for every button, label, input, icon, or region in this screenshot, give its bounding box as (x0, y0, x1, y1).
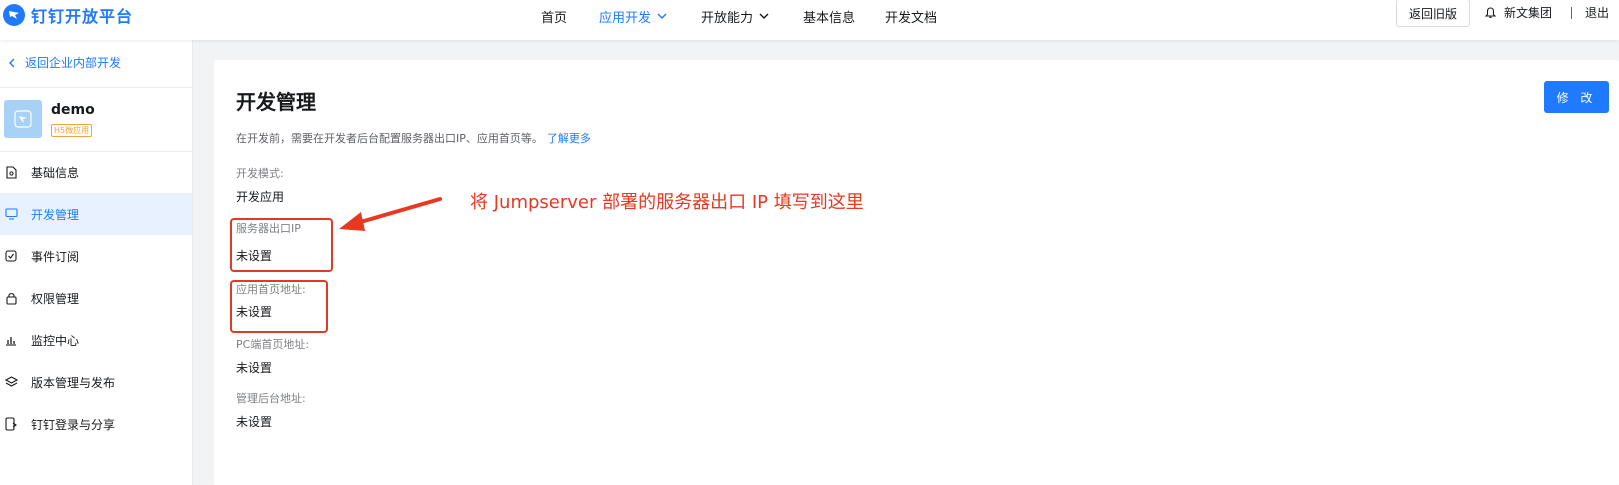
sidebar: 返回企业内部开发 demo H5微应用 基础信息 开发管理 事件订阅 权限管理 … (0, 40, 193, 485)
nav-home[interactable]: 首页 (541, 5, 567, 27)
highlight-box-server-ip (230, 218, 333, 272)
chevron-down-icon (657, 13, 667, 19)
sidebar-item-label: 事件订阅 (31, 249, 80, 264)
phone-share-icon (4, 417, 18, 431)
back-to-internal-dev-link[interactable]: 返回企业内部开发 (8, 54, 121, 71)
sidebar-item-login-share[interactable]: 钉钉登录与分享 (0, 403, 192, 445)
subscribe-icon (4, 249, 18, 263)
sidebar-item-basic-info[interactable]: 基础信息 (0, 151, 192, 193)
layers-icon (4, 375, 18, 389)
field-label-dev-mode: 开发模式: (236, 167, 284, 180)
field-label-admin-url: 管理后台地址: (236, 392, 306, 405)
return-old-version-button[interactable]: 返回旧版 (1396, 0, 1470, 27)
dingtalk-open-platform-logo[interactable]: 钉钉开放平台 (3, 3, 133, 27)
page-title: 开发管理 (236, 90, 316, 114)
description-text: 在开发前，需要在开发者后台配置服务器出口IP、应用首页等。 (236, 132, 543, 145)
nav-basic-info-label: 基本信息 (803, 10, 856, 26)
logout-link[interactable]: 退出 (1585, 4, 1609, 21)
sidebar-item-label: 基础信息 (31, 165, 80, 180)
sidebar-item-label: 钉钉登录与分享 (31, 417, 116, 432)
sidebar-item-label: 监控中心 (31, 333, 80, 348)
nav-open-capabilities[interactable]: 开放能力 (701, 5, 769, 27)
annotation-text: 将 Jumpserver 部署的服务器出口 IP 填写到这里 (470, 192, 864, 213)
back-link-label: 返回企业内部开发 (25, 56, 122, 70)
app-name: demo (51, 102, 95, 118)
dev-management-card: 开发管理 在开发前，需要在开发者后台配置服务器出口IP、应用首页等。 了解更多 修… (214, 60, 1619, 485)
sidebar-item-label: 版本管理与发布 (31, 375, 116, 390)
field-value-admin-url: 未设置 (236, 415, 273, 429)
field-value-dev-mode: 开发应用 (236, 190, 285, 204)
sidebar-item-label: 开发管理 (31, 207, 80, 222)
app-type-badge: H5微应用 (51, 124, 93, 137)
org-name: 新文集团 (1504, 6, 1553, 20)
field-value-pc-homepage-url: 未设置 (236, 361, 273, 375)
nav-home-label: 首页 (541, 10, 568, 26)
monitor-icon (4, 207, 18, 221)
app-logo-icon (14, 110, 32, 128)
sidebar-item-monitoring[interactable]: 监控中心 (0, 319, 192, 361)
lock-icon (4, 291, 18, 305)
nav-app-development-label: 应用开发 (599, 10, 652, 26)
annotation-arrow-icon (339, 197, 442, 231)
highlight-box-homepage-url (230, 280, 328, 333)
app-avatar (4, 100, 42, 138)
topbar-divider (1571, 7, 1572, 19)
bell-icon (1485, 6, 1496, 18)
sidebar-item-label: 权限管理 (31, 291, 80, 306)
bar-chart-icon (4, 333, 18, 347)
edit-button[interactable]: 修 改 (1544, 81, 1609, 113)
sidebar-item-dev-management[interactable]: 开发管理 (0, 193, 192, 235)
nav-basic-info[interactable]: 基本信息 (803, 5, 855, 27)
sidebar-divider (0, 87, 193, 88)
nav-dev-docs-label: 开发文档 (885, 10, 938, 26)
org-switcher[interactable]: 新文集团 (1485, 4, 1552, 21)
chevron-left-icon (9, 58, 15, 67)
logo-text: 钉钉开放平台 (31, 7, 134, 26)
sidebar-item-version-release[interactable]: 版本管理与发布 (0, 361, 192, 403)
dingtalk-logo-icon (3, 4, 25, 26)
nav-dev-docs[interactable]: 开发文档 (885, 5, 937, 27)
document-icon (4, 165, 18, 179)
sidebar-item-permissions[interactable]: 权限管理 (0, 277, 192, 319)
chevron-down-icon (759, 13, 769, 19)
top-navigation-bar: 钉钉开放平台 首页 应用开发 开放能力 基本信息 开发文档 返回旧版 新文集团 … (0, 0, 1619, 40)
learn-more-link[interactable]: 了解更多 (547, 132, 591, 145)
nav-app-development[interactable]: 应用开发 (599, 5, 667, 27)
page-description: 在开发前，需要在开发者后台配置服务器出口IP、应用首页等。 了解更多 (236, 130, 591, 146)
field-label-pc-homepage-url: PC端首页地址: (236, 338, 310, 351)
nav-open-capabilities-label: 开放能力 (701, 10, 754, 26)
sidebar-item-event-subscription[interactable]: 事件订阅 (0, 235, 192, 277)
